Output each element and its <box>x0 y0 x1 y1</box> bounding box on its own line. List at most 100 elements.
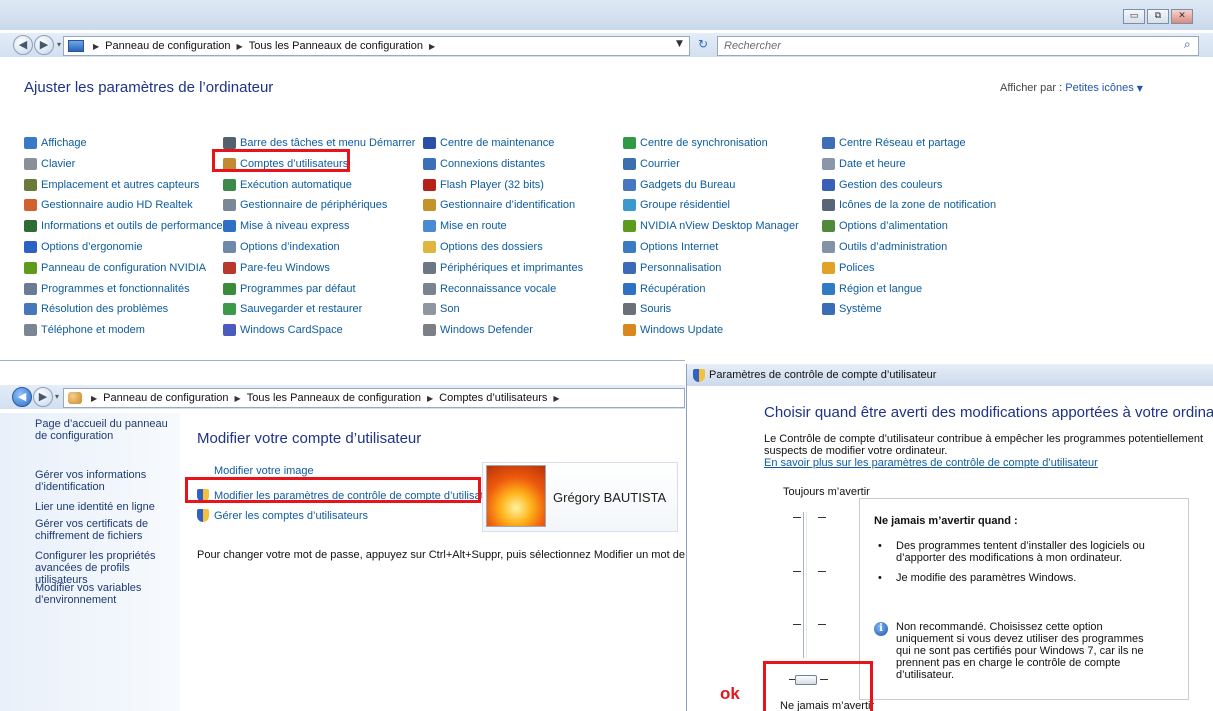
forward-button[interactable]: ▶ <box>34 35 54 55</box>
control-panel-item[interactable]: Centre Réseau et partage <box>822 134 966 152</box>
control-panel-item[interactable]: Programmes et fonctionnalités <box>24 280 190 298</box>
back-button[interactable]: ◀ <box>13 35 33 55</box>
users-folder-icon <box>68 392 82 404</box>
control-panel-item[interactable]: Mise à niveau express <box>223 217 349 235</box>
location-sensor-icon <box>24 178 37 191</box>
recent-pages-dropdown-icon[interactable]: ▾ <box>57 40 61 49</box>
control-panel-item[interactable]: Sauvegarder et restaurer <box>223 300 362 318</box>
control-panel-item-label: Gadgets du Bureau <box>640 178 736 191</box>
control-panel-item[interactable]: Connexions distantes <box>423 155 545 173</box>
windows-update-icon <box>623 324 636 337</box>
control-panel-item[interactable]: Groupe résidentiel <box>623 196 730 214</box>
address-path-field[interactable]: ▶ Panneau de configuration ▶ Tous les Pa… <box>63 36 690 56</box>
sidebar-item-certificates[interactable]: Gérer vos certificats de chiffrement de … <box>35 518 175 542</box>
control-panel-item[interactable]: Mise en route <box>423 217 507 235</box>
control-panel-item[interactable]: Téléphone et modem <box>24 321 145 339</box>
control-panel-item[interactable]: NVIDIA nView Desktop Manager <box>623 217 799 235</box>
address-path-field[interactable]: ▶ Panneau de configuration ▶ Tous les Pa… <box>63 388 685 408</box>
breadcrumb-all-items[interactable]: Tous les Panneaux de configuration <box>247 392 421 404</box>
control-panel-item[interactable]: Options d’indexation <box>223 238 340 256</box>
control-panel-item[interactable]: Centre de maintenance <box>423 134 554 152</box>
control-panel-item-label: Barre des tâches et menu Démarrer <box>240 137 416 149</box>
control-panel-item[interactable]: Souris <box>623 300 671 318</box>
maximize-button[interactable]: ⧉ <box>1147 9 1169 24</box>
change-picture-link[interactable]: Modifier votre image <box>214 465 314 477</box>
control-panel-item[interactable]: Polices <box>822 259 874 277</box>
caret-down-icon[interactable]: ▼ <box>1137 84 1143 93</box>
breadcrumb-control-panel[interactable]: Panneau de configuration <box>103 392 228 404</box>
homegroup-icon <box>623 199 636 212</box>
control-panel-item[interactable]: Options d’ergonomie <box>24 238 143 256</box>
control-panel-item[interactable]: Programmes par défaut <box>223 280 356 298</box>
control-panel-item[interactable]: Gestionnaire de périphériques <box>223 196 387 214</box>
control-panel-item-label: Emplacement et autres capteurs <box>41 178 200 191</box>
control-panel-item[interactable]: Son <box>423 300 460 318</box>
manage-accounts-link[interactable]: Gérer les comptes d’utilisateurs <box>197 509 368 522</box>
minimize-button[interactable]: ▭ <box>1123 9 1145 24</box>
learn-more-link[interactable]: En savoir plus sur les paramètres de con… <box>764 457 1098 469</box>
recovery-icon <box>623 282 636 295</box>
control-panel-item[interactable]: Périphériques et imprimantes <box>423 259 583 277</box>
control-panel-item[interactable]: Emplacement et autres capteurs <box>24 176 199 194</box>
control-panel-item[interactable]: Gestionnaire d’identification <box>423 196 575 214</box>
back-button[interactable]: ◀ <box>12 387 32 407</box>
control-panel-item[interactable]: Options des dossiers <box>423 238 543 256</box>
avatar[interactable] <box>486 465 546 527</box>
control-panel-item-label: Affichage <box>41 137 87 149</box>
control-panel-item[interactable]: Outils d’administration <box>822 238 947 256</box>
control-panel-item[interactable]: Résolution des problèmes <box>24 300 168 318</box>
search-input[interactable]: Rechercher <box>717 36 1199 56</box>
info-box-title: Ne jamais m’avertir quand : <box>874 515 1018 527</box>
info-icon: i <box>874 622 888 636</box>
control-panel-item[interactable]: Centre de synchronisation <box>623 134 768 152</box>
control-panel-item-label: Panneau de configuration NVIDIA <box>41 261 207 274</box>
control-panel-item[interactable]: Pare-feu Windows <box>223 259 330 277</box>
control-panel-item[interactable]: Affichage <box>24 134 87 152</box>
control-panel-item[interactable]: Windows Defender <box>423 321 533 339</box>
control-panel-item[interactable]: Clavier <box>24 155 75 173</box>
control-panel-item[interactable]: Gadgets du Bureau <box>623 176 735 194</box>
control-panel-item-label: Groupe résidentiel <box>640 199 730 212</box>
breadcrumb-user-accounts[interactable]: Comptes d’utilisateurs <box>439 392 547 404</box>
title-bar <box>0 0 1213 30</box>
control-panel-item[interactable]: Exécution automatique <box>223 176 352 194</box>
search-icon[interactable]: ⌕ <box>1184 37 1191 52</box>
control-panel-item[interactable]: Région et langue <box>822 280 922 298</box>
recent-pages-dropdown-icon[interactable]: ▾ <box>55 392 59 401</box>
clock-icon <box>822 157 835 170</box>
control-panel-item[interactable]: Panneau de configuration NVIDIA <box>24 259 206 277</box>
close-button[interactable]: ✕ <box>1171 9 1193 24</box>
control-panel-item[interactable]: Date et heure <box>822 155 906 173</box>
control-panel-item[interactable]: Gestion des couleurs <box>822 176 942 194</box>
control-panel-item[interactable]: Flash Player (32 bits) <box>423 176 544 194</box>
info-bullet: Des programmes tentent d’installer des l… <box>896 540 1145 564</box>
control-panel-item[interactable]: Options Internet <box>623 238 718 256</box>
upgrade-icon <box>223 220 236 233</box>
breadcrumb-all-items[interactable]: Tous les Panneaux de configuration <box>249 40 423 52</box>
network-icon <box>822 137 835 149</box>
sidebar-item-online-identity[interactable]: Lier une identité en ligne <box>35 501 175 513</box>
control-panel-item[interactable]: Informations et outils de performance <box>24 217 223 235</box>
control-panel-item[interactable]: Icônes de la zone de notification <box>822 196 996 214</box>
sidebar-item-credentials[interactable]: Gérer vos informations d’identification <box>35 469 175 493</box>
control-panel-item[interactable]: Options d’alimentation <box>822 217 948 235</box>
view-by-dropdown[interactable]: Petites icônes <box>1065 82 1133 94</box>
control-panel-item-label: Options d’indexation <box>240 241 340 253</box>
control-panel-item[interactable]: Système <box>822 300 882 318</box>
refresh-icon[interactable]: ↻ <box>693 37 713 55</box>
forward-button[interactable]: ▶ <box>33 387 53 407</box>
sidebar-item-profiles[interactable]: Configurer les propriétés avancées de pr… <box>35 550 175 586</box>
control-panel-item[interactable]: Récupération <box>623 280 705 298</box>
breadcrumb-control-panel[interactable]: Panneau de configuration <box>105 40 230 52</box>
control-panel-item[interactable]: Reconnaissance vocale <box>423 280 556 298</box>
control-panel-item[interactable]: Windows CardSpace <box>223 321 343 339</box>
control-panel-item[interactable]: Gestionnaire audio HD Realtek <box>24 196 193 214</box>
sidebar-item-env-vars[interactable]: Modifier vos variables d’environnement <box>35 582 175 606</box>
control-panel-item[interactable]: Courrier <box>623 155 680 173</box>
control-panel-item[interactable]: Personnalisation <box>623 259 721 277</box>
address-dropdown-icon[interactable]: ▼ <box>676 39 683 49</box>
sidebar-item-home[interactable]: Page d’accueil du panneau de configurati… <box>35 418 175 442</box>
uac-slider-track[interactable] <box>803 512 807 658</box>
control-panel-item[interactable]: Windows Update <box>623 321 723 339</box>
device-manager-icon <box>223 199 236 212</box>
